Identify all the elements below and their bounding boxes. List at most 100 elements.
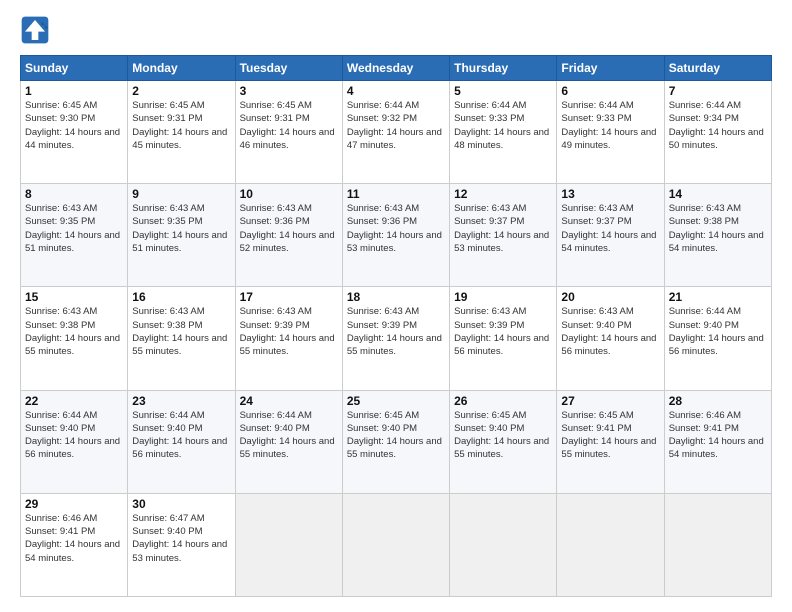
day-number: 30 <box>132 497 230 511</box>
cell-details: Sunrise: 6:43 AMSunset: 9:35 PMDaylight:… <box>25 202 123 255</box>
calendar-cell: 12Sunrise: 6:43 AMSunset: 9:37 PMDayligh… <box>450 184 557 287</box>
calendar-cell <box>342 493 449 596</box>
cell-details: Sunrise: 6:45 AMSunset: 9:31 PMDaylight:… <box>240 99 338 152</box>
calendar-cell: 14Sunrise: 6:43 AMSunset: 9:38 PMDayligh… <box>664 184 771 287</box>
calendar-cell: 2Sunrise: 6:45 AMSunset: 9:31 PMDaylight… <box>128 81 235 184</box>
calendar-week-row: 29Sunrise: 6:46 AMSunset: 9:41 PMDayligh… <box>21 493 772 596</box>
header-day: Friday <box>557 56 664 81</box>
day-number: 22 <box>25 394 123 408</box>
calendar-week-row: 1Sunrise: 6:45 AMSunset: 9:30 PMDaylight… <box>21 81 772 184</box>
header <box>20 15 772 45</box>
day-number: 8 <box>25 187 123 201</box>
day-number: 15 <box>25 290 123 304</box>
cell-details: Sunrise: 6:43 AMSunset: 9:36 PMDaylight:… <box>240 202 338 255</box>
header-day: Wednesday <box>342 56 449 81</box>
day-number: 5 <box>454 84 552 98</box>
calendar-body: 1Sunrise: 6:45 AMSunset: 9:30 PMDaylight… <box>21 81 772 597</box>
cell-details: Sunrise: 6:44 AMSunset: 9:34 PMDaylight:… <box>669 99 767 152</box>
day-number: 3 <box>240 84 338 98</box>
logo-icon <box>20 15 50 45</box>
header-row: SundayMondayTuesdayWednesdayThursdayFrid… <box>21 56 772 81</box>
calendar-cell: 8Sunrise: 6:43 AMSunset: 9:35 PMDaylight… <box>21 184 128 287</box>
day-number: 29 <box>25 497 123 511</box>
day-number: 13 <box>561 187 659 201</box>
calendar-cell: 11Sunrise: 6:43 AMSunset: 9:36 PMDayligh… <box>342 184 449 287</box>
cell-details: Sunrise: 6:47 AMSunset: 9:40 PMDaylight:… <box>132 512 230 565</box>
day-number: 28 <box>669 394 767 408</box>
cell-details: Sunrise: 6:43 AMSunset: 9:38 PMDaylight:… <box>25 305 123 358</box>
calendar-cell: 4Sunrise: 6:44 AMSunset: 9:32 PMDaylight… <box>342 81 449 184</box>
cell-details: Sunrise: 6:44 AMSunset: 9:40 PMDaylight:… <box>240 409 338 462</box>
calendar-header: SundayMondayTuesdayWednesdayThursdayFrid… <box>21 56 772 81</box>
cell-details: Sunrise: 6:46 AMSunset: 9:41 PMDaylight:… <box>25 512 123 565</box>
calendar-cell: 5Sunrise: 6:44 AMSunset: 9:33 PMDaylight… <box>450 81 557 184</box>
day-number: 21 <box>669 290 767 304</box>
calendar-cell: 18Sunrise: 6:43 AMSunset: 9:39 PMDayligh… <box>342 287 449 390</box>
cell-details: Sunrise: 6:43 AMSunset: 9:35 PMDaylight:… <box>132 202 230 255</box>
header-day: Sunday <box>21 56 128 81</box>
cell-details: Sunrise: 6:46 AMSunset: 9:41 PMDaylight:… <box>669 409 767 462</box>
calendar-cell: 26Sunrise: 6:45 AMSunset: 9:40 PMDayligh… <box>450 390 557 493</box>
calendar-cell: 6Sunrise: 6:44 AMSunset: 9:33 PMDaylight… <box>557 81 664 184</box>
cell-details: Sunrise: 6:43 AMSunset: 9:39 PMDaylight:… <box>347 305 445 358</box>
calendar-cell: 25Sunrise: 6:45 AMSunset: 9:40 PMDayligh… <box>342 390 449 493</box>
cell-details: Sunrise: 6:43 AMSunset: 9:36 PMDaylight:… <box>347 202 445 255</box>
calendar-cell <box>235 493 342 596</box>
calendar-cell <box>664 493 771 596</box>
day-number: 27 <box>561 394 659 408</box>
calendar-week-row: 15Sunrise: 6:43 AMSunset: 9:38 PMDayligh… <box>21 287 772 390</box>
day-number: 1 <box>25 84 123 98</box>
calendar-cell: 17Sunrise: 6:43 AMSunset: 9:39 PMDayligh… <box>235 287 342 390</box>
cell-details: Sunrise: 6:43 AMSunset: 9:40 PMDaylight:… <box>561 305 659 358</box>
page: SundayMondayTuesdayWednesdayThursdayFrid… <box>0 0 792 612</box>
cell-details: Sunrise: 6:45 AMSunset: 9:31 PMDaylight:… <box>132 99 230 152</box>
calendar-cell: 24Sunrise: 6:44 AMSunset: 9:40 PMDayligh… <box>235 390 342 493</box>
calendar-cell: 20Sunrise: 6:43 AMSunset: 9:40 PMDayligh… <box>557 287 664 390</box>
calendar-week-row: 22Sunrise: 6:44 AMSunset: 9:40 PMDayligh… <box>21 390 772 493</box>
cell-details: Sunrise: 6:44 AMSunset: 9:40 PMDaylight:… <box>669 305 767 358</box>
day-number: 4 <box>347 84 445 98</box>
logo <box>20 15 54 45</box>
calendar-cell <box>557 493 664 596</box>
calendar-cell: 7Sunrise: 6:44 AMSunset: 9:34 PMDaylight… <box>664 81 771 184</box>
header-day: Thursday <box>450 56 557 81</box>
calendar-cell: 22Sunrise: 6:44 AMSunset: 9:40 PMDayligh… <box>21 390 128 493</box>
day-number: 23 <box>132 394 230 408</box>
calendar-cell: 27Sunrise: 6:45 AMSunset: 9:41 PMDayligh… <box>557 390 664 493</box>
day-number: 26 <box>454 394 552 408</box>
calendar-cell: 10Sunrise: 6:43 AMSunset: 9:36 PMDayligh… <box>235 184 342 287</box>
cell-details: Sunrise: 6:44 AMSunset: 9:40 PMDaylight:… <box>25 409 123 462</box>
header-day: Monday <box>128 56 235 81</box>
calendar-cell: 21Sunrise: 6:44 AMSunset: 9:40 PMDayligh… <box>664 287 771 390</box>
cell-details: Sunrise: 6:44 AMSunset: 9:33 PMDaylight:… <box>561 99 659 152</box>
calendar-cell: 15Sunrise: 6:43 AMSunset: 9:38 PMDayligh… <box>21 287 128 390</box>
cell-details: Sunrise: 6:45 AMSunset: 9:41 PMDaylight:… <box>561 409 659 462</box>
calendar-cell: 9Sunrise: 6:43 AMSunset: 9:35 PMDaylight… <box>128 184 235 287</box>
cell-details: Sunrise: 6:43 AMSunset: 9:37 PMDaylight:… <box>454 202 552 255</box>
calendar-cell: 3Sunrise: 6:45 AMSunset: 9:31 PMDaylight… <box>235 81 342 184</box>
calendar-cell <box>450 493 557 596</box>
day-number: 2 <box>132 84 230 98</box>
calendar-cell: 30Sunrise: 6:47 AMSunset: 9:40 PMDayligh… <box>128 493 235 596</box>
day-number: 11 <box>347 187 445 201</box>
day-number: 19 <box>454 290 552 304</box>
day-number: 17 <box>240 290 338 304</box>
calendar-cell: 28Sunrise: 6:46 AMSunset: 9:41 PMDayligh… <box>664 390 771 493</box>
day-number: 25 <box>347 394 445 408</box>
day-number: 7 <box>669 84 767 98</box>
day-number: 14 <box>669 187 767 201</box>
day-number: 6 <box>561 84 659 98</box>
cell-details: Sunrise: 6:43 AMSunset: 9:38 PMDaylight:… <box>132 305 230 358</box>
cell-details: Sunrise: 6:44 AMSunset: 9:40 PMDaylight:… <box>132 409 230 462</box>
cell-details: Sunrise: 6:43 AMSunset: 9:39 PMDaylight:… <box>240 305 338 358</box>
day-number: 9 <box>132 187 230 201</box>
day-number: 16 <box>132 290 230 304</box>
header-day: Saturday <box>664 56 771 81</box>
cell-details: Sunrise: 6:43 AMSunset: 9:38 PMDaylight:… <box>669 202 767 255</box>
calendar-cell: 29Sunrise: 6:46 AMSunset: 9:41 PMDayligh… <box>21 493 128 596</box>
cell-details: Sunrise: 6:43 AMSunset: 9:39 PMDaylight:… <box>454 305 552 358</box>
header-day: Tuesday <box>235 56 342 81</box>
day-number: 18 <box>347 290 445 304</box>
calendar-cell: 13Sunrise: 6:43 AMSunset: 9:37 PMDayligh… <box>557 184 664 287</box>
calendar-table: SundayMondayTuesdayWednesdayThursdayFrid… <box>20 55 772 597</box>
